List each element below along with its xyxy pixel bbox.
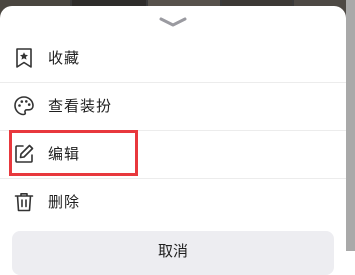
- menu-item-label: 收藏: [48, 49, 81, 67]
- menu-item-delete[interactable]: 删除: [0, 178, 346, 226]
- menu-item-label: 删除: [48, 193, 81, 211]
- chevron-down-icon[interactable]: [158, 15, 188, 29]
- menu-item-favorite[interactable]: 收藏: [0, 34, 346, 82]
- menu-item-label: 编辑: [48, 145, 81, 163]
- bookmark-star-icon: [16, 48, 32, 68]
- dimmed-background-edge: [346, 0, 355, 251]
- menu-item-edit[interactable]: 编辑: [0, 130, 346, 178]
- menu-item-view-outfit[interactable]: 查看装扮: [0, 82, 346, 130]
- trash-icon: [14, 193, 34, 212]
- palette-icon: [14, 96, 34, 116]
- cancel-button[interactable]: 取消: [12, 231, 334, 275]
- menu-item-label: 查看装扮: [48, 97, 113, 115]
- edit-pencil-icon: [15, 144, 34, 163]
